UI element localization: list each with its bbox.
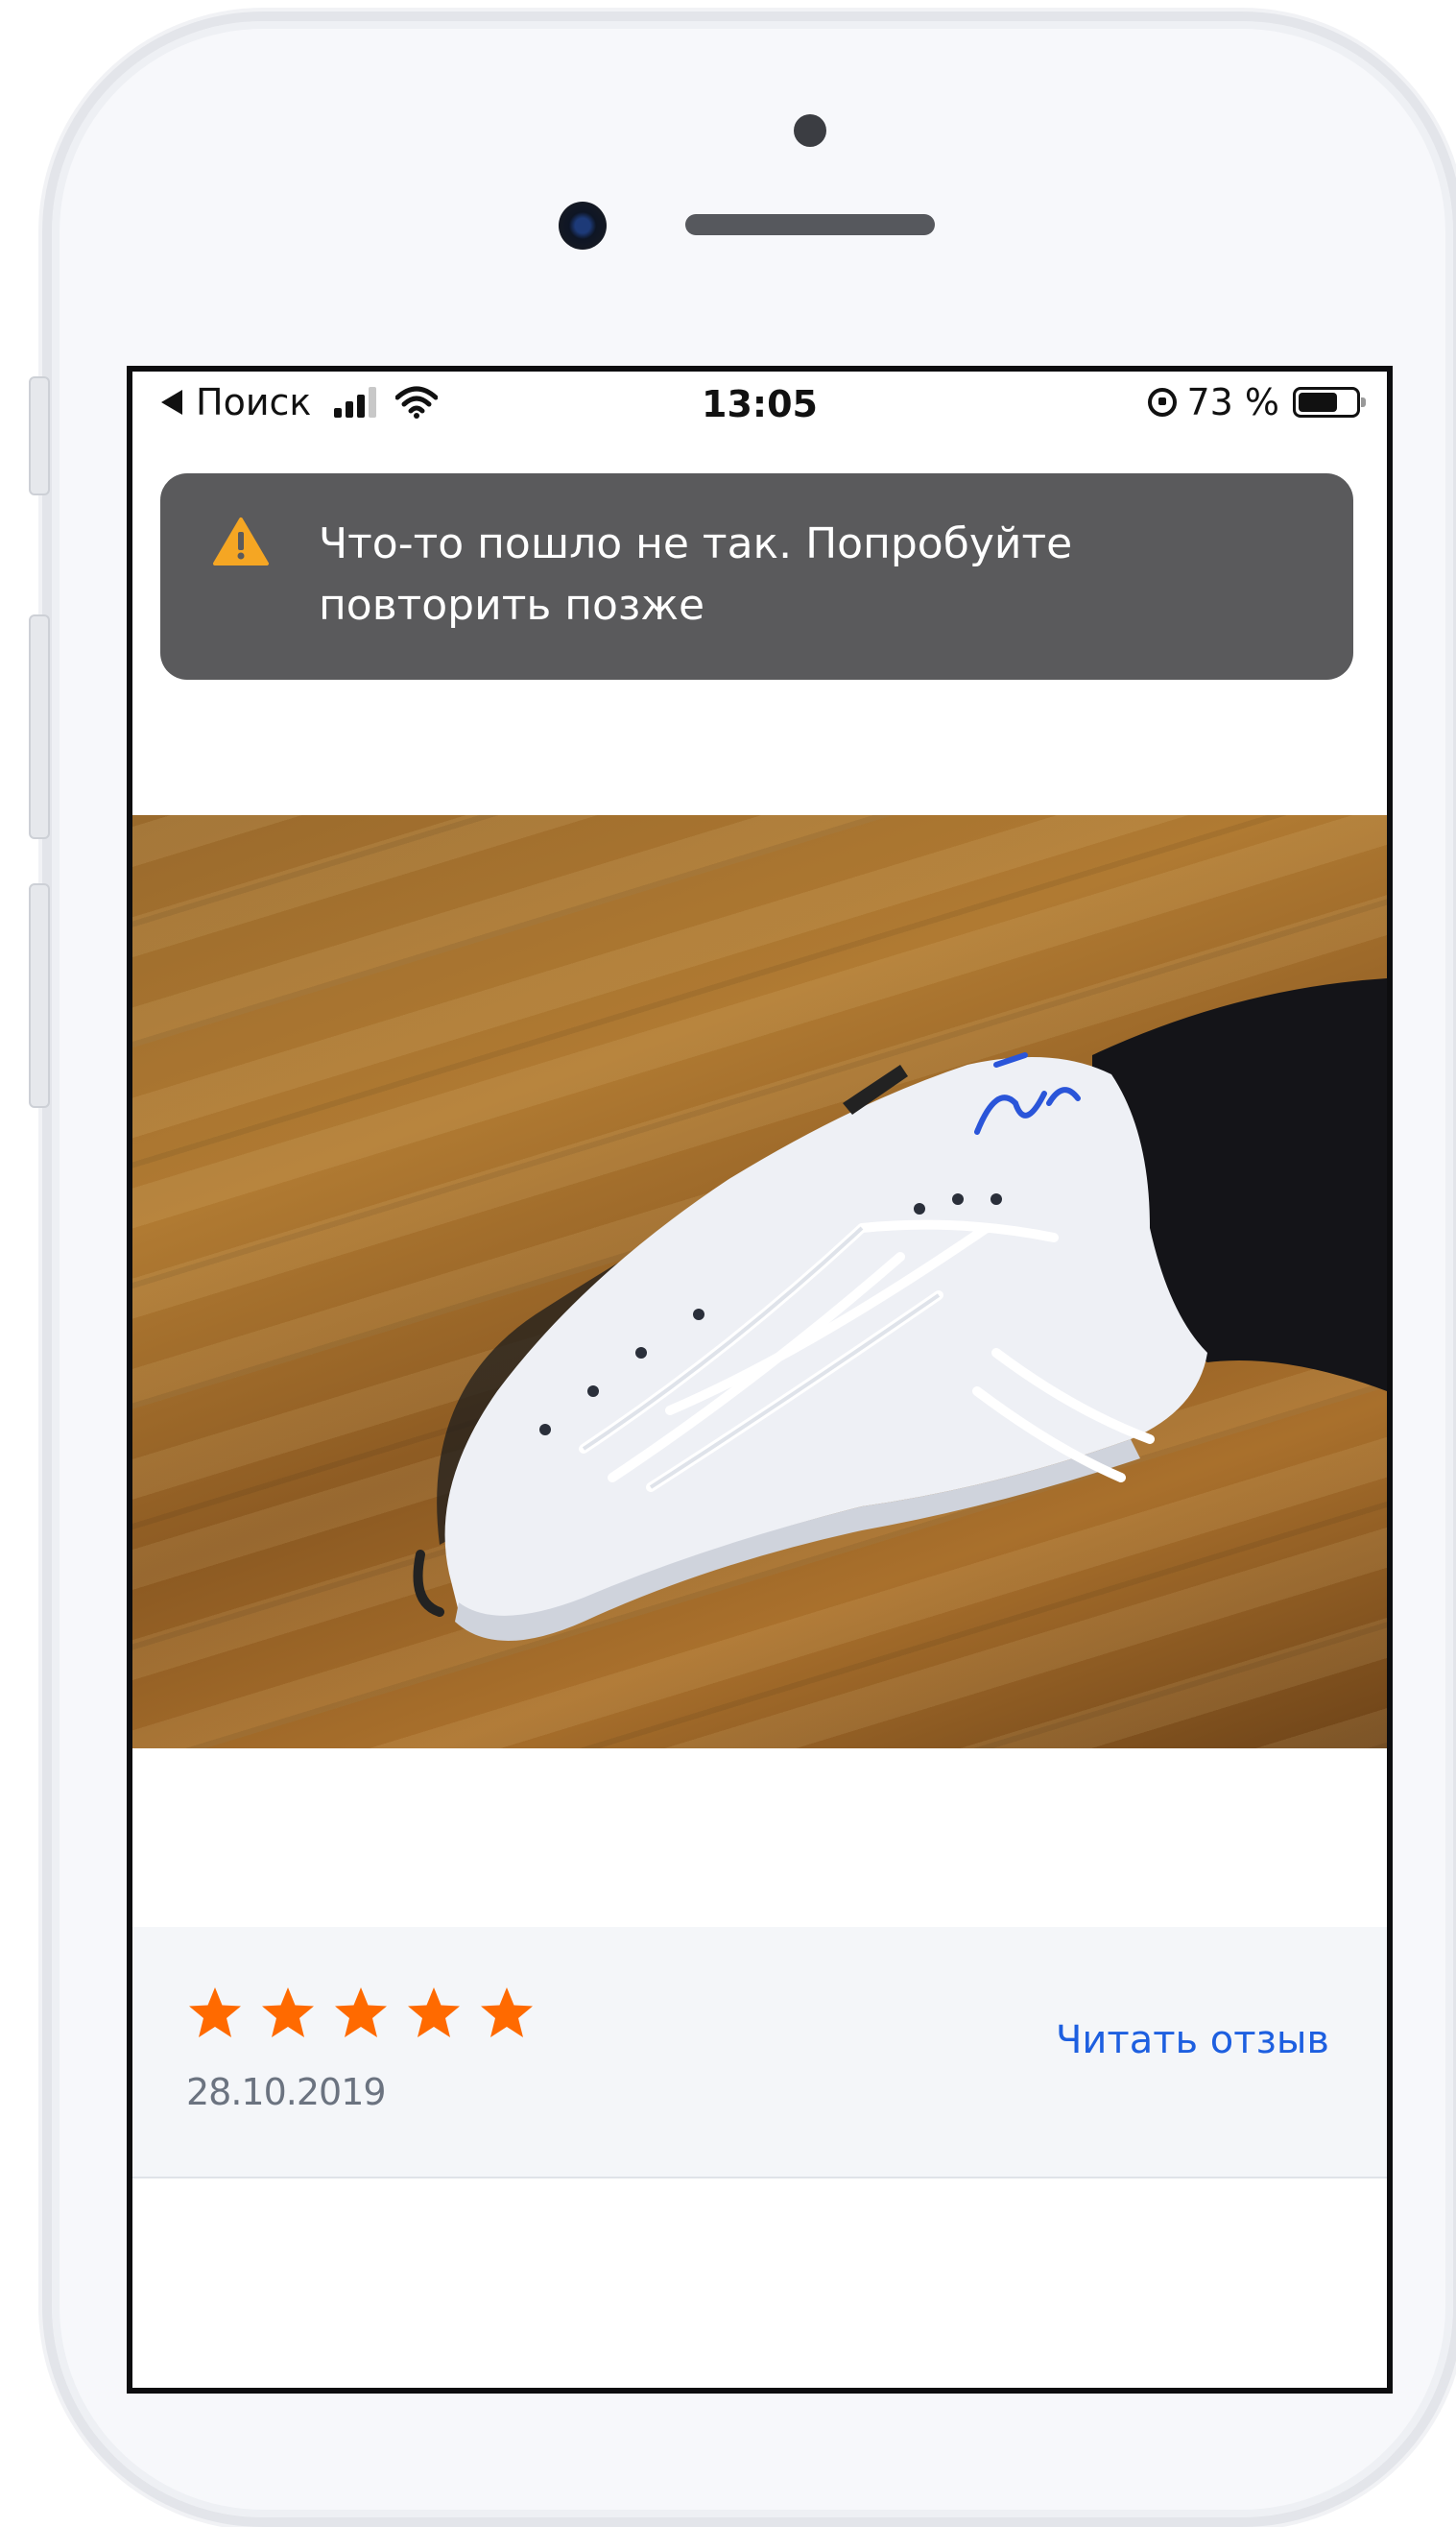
star-icon xyxy=(189,1987,241,2037)
earpiece-speaker xyxy=(685,214,935,235)
review-summary: 28.10.2019 Читать отзыв xyxy=(132,1927,1387,2178)
volume-down-button xyxy=(29,883,50,1108)
status-bar: Поиск 13:05 73 % xyxy=(132,372,1387,435)
orientation-lock-icon xyxy=(1148,388,1178,417)
star-icon xyxy=(262,1987,314,2037)
proximity-sensor xyxy=(794,114,826,147)
star-icon xyxy=(335,1987,387,2037)
battery-icon xyxy=(1293,387,1366,418)
read-review-link[interactable]: Читать отзыв xyxy=(1056,2018,1329,2062)
battery-percent: 73 % xyxy=(1186,381,1279,423)
toast-message: Что-то пошло не так. Попробуйте повторит… xyxy=(319,519,1073,630)
battery-level xyxy=(1299,393,1338,412)
review-photo[interactable] xyxy=(132,815,1387,1748)
status-right: 73 % xyxy=(1148,381,1366,423)
volume-up-button xyxy=(29,614,50,839)
warning-icon xyxy=(213,517,269,566)
app-screen: Поиск 13:05 73 % Что-то пошло не так. По… xyxy=(127,366,1393,2394)
star-icon xyxy=(408,1987,460,2037)
error-toast: Что-то пошло не так. Попробуйте повторит… xyxy=(160,473,1353,680)
star-icon xyxy=(481,1987,533,2037)
review-date: 28.10.2019 xyxy=(186,2071,387,2113)
skate-boot-image xyxy=(413,978,1387,1641)
rating-stars xyxy=(186,1985,536,2042)
mute-switch xyxy=(29,376,50,495)
front-camera xyxy=(559,202,607,250)
